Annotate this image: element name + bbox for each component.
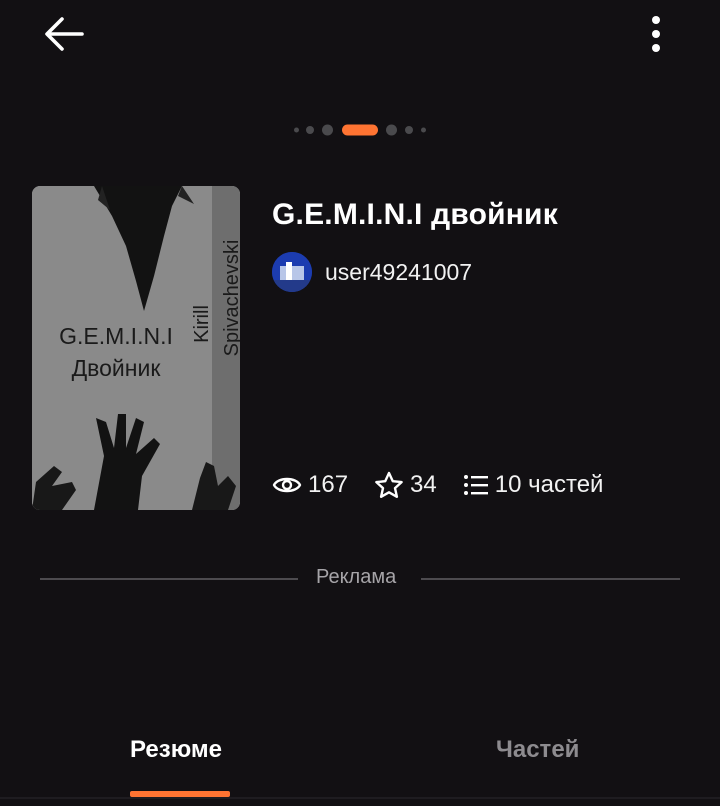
more-options-button[interactable] [640,12,672,56]
tab-parts[interactable]: Частей [496,736,579,764]
carousel-dot[interactable] [322,124,333,136]
carousel-dot-active[interactable] [342,124,378,136]
views-stat: 167 [272,471,348,499]
carousel-dot[interactable] [421,127,426,133]
carousel-dot[interactable] [405,126,413,134]
arrow-left-icon [45,17,84,51]
parts-count: 10 частей [494,471,604,498]
tab-bar: Резюме Частей [0,720,720,806]
eye-icon [272,477,302,493]
carousel-dot[interactable] [306,126,314,134]
author-link[interactable]: user49241007 [272,252,472,292]
carousel-indicator [0,124,720,136]
back-button[interactable] [40,14,88,54]
more-vertical-icon [652,16,660,52]
story-title: G.E.M.I.N.I двойник [272,198,558,231]
tab-summary[interactable]: Резюме [130,736,222,764]
votes-count: 34 [410,471,437,498]
author-name: user49241007 [325,258,473,285]
carousel-dot[interactable] [386,124,397,136]
star-icon [375,471,403,498]
carousel-dot[interactable] [294,127,299,133]
cover-author-last: Spivachevski [221,240,240,357]
cover-author-first: Kirill [191,305,213,343]
views-count: 167 [308,471,349,498]
parts-stat: 10 частей [463,471,604,499]
story-cover[interactable]: G.E.M.I.N.I Двойник Kirill Spivachevski [32,186,240,510]
cover-title-line2: Двойник [72,355,162,381]
divider [40,578,298,580]
ad-separator: Реклама [40,566,680,592]
divider [421,578,680,580]
top-bar [0,0,720,70]
divider [0,797,720,799]
cover-title-line1: G.E.M.I.N.I [59,323,173,349]
votes-stat: 34 [374,471,437,499]
list-icon [463,475,488,495]
avatar [272,252,312,292]
ad-label: Реклама [316,566,397,588]
story-stats: 167 34 10 частей [272,468,629,502]
